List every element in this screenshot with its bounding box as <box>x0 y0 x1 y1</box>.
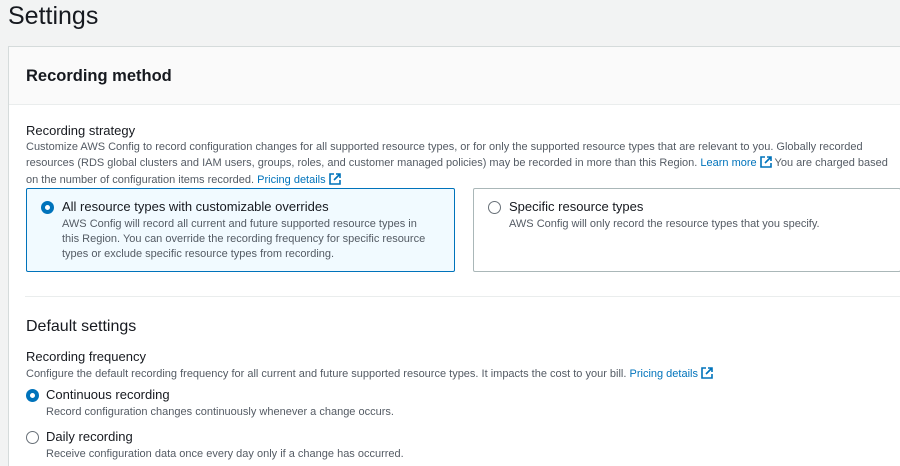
recording-strategy-label: Recording strategy <box>26 123 136 138</box>
panel-header: Recording method <box>9 47 900 105</box>
recording-frequency-label: Recording frequency <box>26 349 146 364</box>
option-title: Specific resource types <box>509 199 644 214</box>
option-title: All resource types with customizable ove… <box>62 199 329 214</box>
daily-recording-label[interactable]: Daily recording <box>46 429 133 444</box>
external-link-icon[interactable] <box>759 155 772 174</box>
option-description: AWS Config will record all current and f… <box>62 217 425 262</box>
description-line: AWS Config will record all current and f… <box>62 218 417 230</box>
recording-frequency-description: Configure the default recording frequenc… <box>26 367 713 385</box>
external-link-icon[interactable] <box>701 367 713 385</box>
description-line: this Region. You can override the record… <box>62 233 426 245</box>
tile-all-resource-types[interactable]: All resource types with customizable ove… <box>26 188 455 272</box>
tile-specific-resource-types[interactable]: Specific resource types AWS Config will … <box>473 188 900 272</box>
description-line: resources (RDS global clusters and IAM u… <box>26 155 888 174</box>
default-settings-heading: Default settings <box>26 318 137 335</box>
pricing-details-link[interactable]: Pricing details <box>257 174 325 186</box>
recording-method-heading: Recording method <box>26 67 172 85</box>
daily-recording-description: Receive configuration data once every da… <box>46 448 404 460</box>
continuous-recording-label[interactable]: Continuous recording <box>46 387 170 402</box>
radio-all-resource-types[interactable] <box>41 201 54 214</box>
radio-continuous-recording[interactable] <box>26 389 39 402</box>
option-description: AWS Config will only record the resource… <box>509 218 820 230</box>
radio-daily-recording[interactable] <box>26 431 39 444</box>
section-divider <box>25 296 900 297</box>
recording-method-panel: Recording method Recording strategy Cust… <box>8 46 900 466</box>
description-text: resources (RDS global clusters and IAM u… <box>26 156 698 169</box>
description-text: on the number of configuration items rec… <box>26 174 255 186</box>
learn-more-link[interactable]: Learn more <box>700 157 756 169</box>
description-line: types or exclude specific resource types… <box>62 248 335 260</box>
description-line: Customize AWS Config to record configura… <box>26 141 863 153</box>
recording-strategy-description: Customize AWS Config to record configura… <box>26 140 888 191</box>
radio-specific-resource-types[interactable] <box>488 201 501 214</box>
pricing-details-link[interactable]: Pricing details <box>630 368 698 380</box>
continuous-recording-description: Record configuration changes continuousl… <box>46 406 394 418</box>
description-text: You are charged based <box>774 156 888 169</box>
description-text: Configure the default recording frequenc… <box>26 368 627 380</box>
page-title: Settings <box>8 2 99 30</box>
